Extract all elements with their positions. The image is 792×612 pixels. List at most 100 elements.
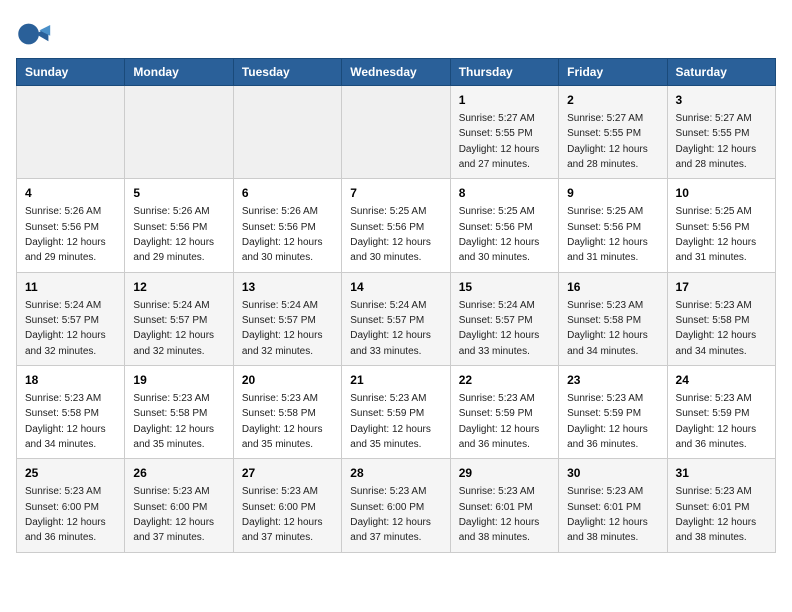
day-number: 18 <box>25 372 116 389</box>
calendar-cell: 10 Sunrise: 5:25 AM Sunset: 5:56 PM Dayli… <box>667 179 775 272</box>
calendar-cell: 13 Sunrise: 5:24 AM Sunset: 5:57 PM Dayli… <box>233 272 341 365</box>
day-info: Sunrise: 5:23 AM Sunset: 6:00 PM Dayligh… <box>350 486 431 543</box>
day-number: 26 <box>133 465 224 482</box>
calendar-week-row: 18 Sunrise: 5:23 AM Sunset: 5:58 PM Dayli… <box>17 366 776 459</box>
day-of-week-header: Wednesday <box>342 59 450 86</box>
calendar-table: SundayMondayTuesdayWednesdayThursdayFrid… <box>16 58 776 553</box>
calendar-cell: 3 Sunrise: 5:27 AM Sunset: 5:55 PM Daylig… <box>667 86 775 179</box>
calendar-cell: 29Sunrise: 5:23 AM Sunset: 6:01 PM Dayli… <box>450 459 558 552</box>
day-number: 3 <box>676 92 767 109</box>
day-info: Sunrise: 5:23 AM Sunset: 6:00 PM Dayligh… <box>133 486 214 543</box>
day-info: Sunrise: 5:23 AM Sunset: 5:58 PM Dayligh… <box>25 393 106 450</box>
day-info: Sunrise: 5:23 AM Sunset: 5:59 PM Dayligh… <box>676 393 757 450</box>
calendar-cell: 5Sunrise: 5:26 AM Sunset: 5:56 PM Daylig… <box>125 179 233 272</box>
day-info: Sunrise: 5:24 AM Sunset: 5:57 PM Dayligh… <box>242 300 323 357</box>
calendar-cell: 7 Sunrise: 5:25 AM Sunset: 5:56 PM Daylig… <box>342 179 450 272</box>
logo-icon <box>16 16 52 52</box>
calendar-cell: 8 Sunrise: 5:25 AM Sunset: 5:56 PM Daylig… <box>450 179 558 272</box>
calendar-cell: 23 Sunrise: 5:23 AM Sunset: 5:59 PM Dayli… <box>559 366 667 459</box>
day-info: Sunrise: 5:23 AM Sunset: 5:58 PM Dayligh… <box>133 393 214 450</box>
calendar-cell: 14 Sunrise: 5:24 AM Sunset: 5:57 PM Dayli… <box>342 272 450 365</box>
day-info: Sunrise: 5:23 AM Sunset: 5:58 PM Dayligh… <box>676 300 757 357</box>
day-number: 17 <box>676 279 767 296</box>
day-info: Sunrise: 5:23 AM Sunset: 6:00 PM Dayligh… <box>25 486 106 543</box>
day-info: Sunrise: 5:25 AM Sunset: 5:56 PM Dayligh… <box>676 206 757 263</box>
calendar-cell: 21Sunrise: 5:23 AM Sunset: 5:59 PM Dayli… <box>342 366 450 459</box>
day-info: Sunrise: 5:23 AM Sunset: 5:58 PM Dayligh… <box>242 393 323 450</box>
calendar-header: SundayMondayTuesdayWednesdayThursdayFrid… <box>17 59 776 86</box>
day-info: Sunrise: 5:23 AM Sunset: 6:00 PM Dayligh… <box>242 486 323 543</box>
calendar-body: 1 Sunrise: 5:27 AM Sunset: 5:55 PM Daylig… <box>17 86 776 553</box>
calendar-cell: 11Sunrise: 5:24 AM Sunset: 5:57 PM Dayli… <box>17 272 125 365</box>
calendar-week-row: 4 Sunrise: 5:26 AM Sunset: 5:56 PM Daylig… <box>17 179 776 272</box>
day-of-week-header: Monday <box>125 59 233 86</box>
calendar-cell: 12 Sunrise: 5:24 AM Sunset: 5:57 PM Dayli… <box>125 272 233 365</box>
day-number: 7 <box>350 185 441 202</box>
day-number: 2 <box>567 92 658 109</box>
day-info: Sunrise: 5:23 AM Sunset: 5:58 PM Dayligh… <box>567 300 648 357</box>
day-number: 10 <box>676 185 767 202</box>
day-of-week-header: Thursday <box>450 59 558 86</box>
day-info: Sunrise: 5:27 AM Sunset: 5:55 PM Dayligh… <box>459 113 540 170</box>
logo <box>16 16 56 52</box>
calendar-cell: 15Sunrise: 5:24 AM Sunset: 5:57 PM Dayli… <box>450 272 558 365</box>
day-number: 12 <box>133 279 224 296</box>
day-number: 24 <box>676 372 767 389</box>
day-number: 25 <box>25 465 116 482</box>
day-of-week-header: Saturday <box>667 59 775 86</box>
day-info: Sunrise: 5:25 AM Sunset: 5:56 PM Dayligh… <box>350 206 431 263</box>
day-of-week-header: Friday <box>559 59 667 86</box>
day-number: 6 <box>242 185 333 202</box>
day-of-week-header: Sunday <box>17 59 125 86</box>
calendar-cell: 9 Sunrise: 5:25 AM Sunset: 5:56 PM Daylig… <box>559 179 667 272</box>
page-header <box>16 16 776 52</box>
day-info: Sunrise: 5:25 AM Sunset: 5:56 PM Dayligh… <box>567 206 648 263</box>
calendar-cell: 1 Sunrise: 5:27 AM Sunset: 5:55 PM Daylig… <box>450 86 558 179</box>
day-info: Sunrise: 5:23 AM Sunset: 6:01 PM Dayligh… <box>676 486 757 543</box>
day-info: Sunrise: 5:24 AM Sunset: 5:57 PM Dayligh… <box>350 300 431 357</box>
day-number: 9 <box>567 185 658 202</box>
day-number: 14 <box>350 279 441 296</box>
day-info: Sunrise: 5:27 AM Sunset: 5:55 PM Dayligh… <box>567 113 648 170</box>
day-number: 20 <box>242 372 333 389</box>
calendar-cell: 17 Sunrise: 5:23 AM Sunset: 5:58 PM Dayli… <box>667 272 775 365</box>
day-number: 8 <box>459 185 550 202</box>
day-info: Sunrise: 5:24 AM Sunset: 5:57 PM Dayligh… <box>133 300 214 357</box>
calendar-cell: 4Sunrise: 5:26 AM Sunset: 5:56 PM Daylig… <box>17 179 125 272</box>
day-number: 13 <box>242 279 333 296</box>
calendar-week-row: 11Sunrise: 5:24 AM Sunset: 5:57 PM Dayli… <box>17 272 776 365</box>
day-number: 27 <box>242 465 333 482</box>
calendar-cell: 2 Sunrise: 5:27 AM Sunset: 5:55 PM Daylig… <box>559 86 667 179</box>
calendar-cell: 30 Sunrise: 5:23 AM Sunset: 6:01 PM Dayli… <box>559 459 667 552</box>
day-info: Sunrise: 5:23 AM Sunset: 5:59 PM Dayligh… <box>567 393 648 450</box>
calendar-cell: 24 Sunrise: 5:23 AM Sunset: 5:59 PM Dayli… <box>667 366 775 459</box>
calendar-cell: 31 Sunrise: 5:23 AM Sunset: 6:01 PM Dayli… <box>667 459 775 552</box>
day-info: Sunrise: 5:26 AM Sunset: 5:56 PM Dayligh… <box>242 206 323 263</box>
day-info: Sunrise: 5:23 AM Sunset: 6:01 PM Dayligh… <box>459 486 540 543</box>
calendar-cell: 28 Sunrise: 5:23 AM Sunset: 6:00 PM Dayli… <box>342 459 450 552</box>
calendar-cell: 20 Sunrise: 5:23 AM Sunset: 5:58 PM Dayli… <box>233 366 341 459</box>
day-info: Sunrise: 5:27 AM Sunset: 5:55 PM Dayligh… <box>676 113 757 170</box>
day-number: 4 <box>25 185 116 202</box>
calendar-cell: 19 Sunrise: 5:23 AM Sunset: 5:58 PM Dayli… <box>125 366 233 459</box>
day-number: 23 <box>567 372 658 389</box>
calendar-cell: 22Sunrise: 5:23 AM Sunset: 5:59 PM Dayli… <box>450 366 558 459</box>
day-number: 30 <box>567 465 658 482</box>
day-info: Sunrise: 5:25 AM Sunset: 5:56 PM Dayligh… <box>459 206 540 263</box>
day-number: 28 <box>350 465 441 482</box>
day-info: Sunrise: 5:24 AM Sunset: 5:57 PM Dayligh… <box>25 300 106 357</box>
calendar-cell <box>342 86 450 179</box>
day-number: 1 <box>459 92 550 109</box>
day-info: Sunrise: 5:24 AM Sunset: 5:57 PM Dayligh… <box>459 300 540 357</box>
calendar-cell: 25 Sunrise: 5:23 AM Sunset: 6:00 PM Dayli… <box>17 459 125 552</box>
day-number: 31 <box>676 465 767 482</box>
day-number: 19 <box>133 372 224 389</box>
calendar-cell: 6 Sunrise: 5:26 AM Sunset: 5:56 PM Daylig… <box>233 179 341 272</box>
calendar-cell <box>125 86 233 179</box>
day-info: Sunrise: 5:23 AM Sunset: 5:59 PM Dayligh… <box>350 393 431 450</box>
day-info: Sunrise: 5:23 AM Sunset: 6:01 PM Dayligh… <box>567 486 648 543</box>
day-info: Sunrise: 5:26 AM Sunset: 5:56 PM Dayligh… <box>133 206 214 263</box>
calendar-week-row: 1 Sunrise: 5:27 AM Sunset: 5:55 PM Daylig… <box>17 86 776 179</box>
calendar-cell: 18 Sunrise: 5:23 AM Sunset: 5:58 PM Dayli… <box>17 366 125 459</box>
calendar-cell: 16Sunrise: 5:23 AM Sunset: 5:58 PM Dayli… <box>559 272 667 365</box>
